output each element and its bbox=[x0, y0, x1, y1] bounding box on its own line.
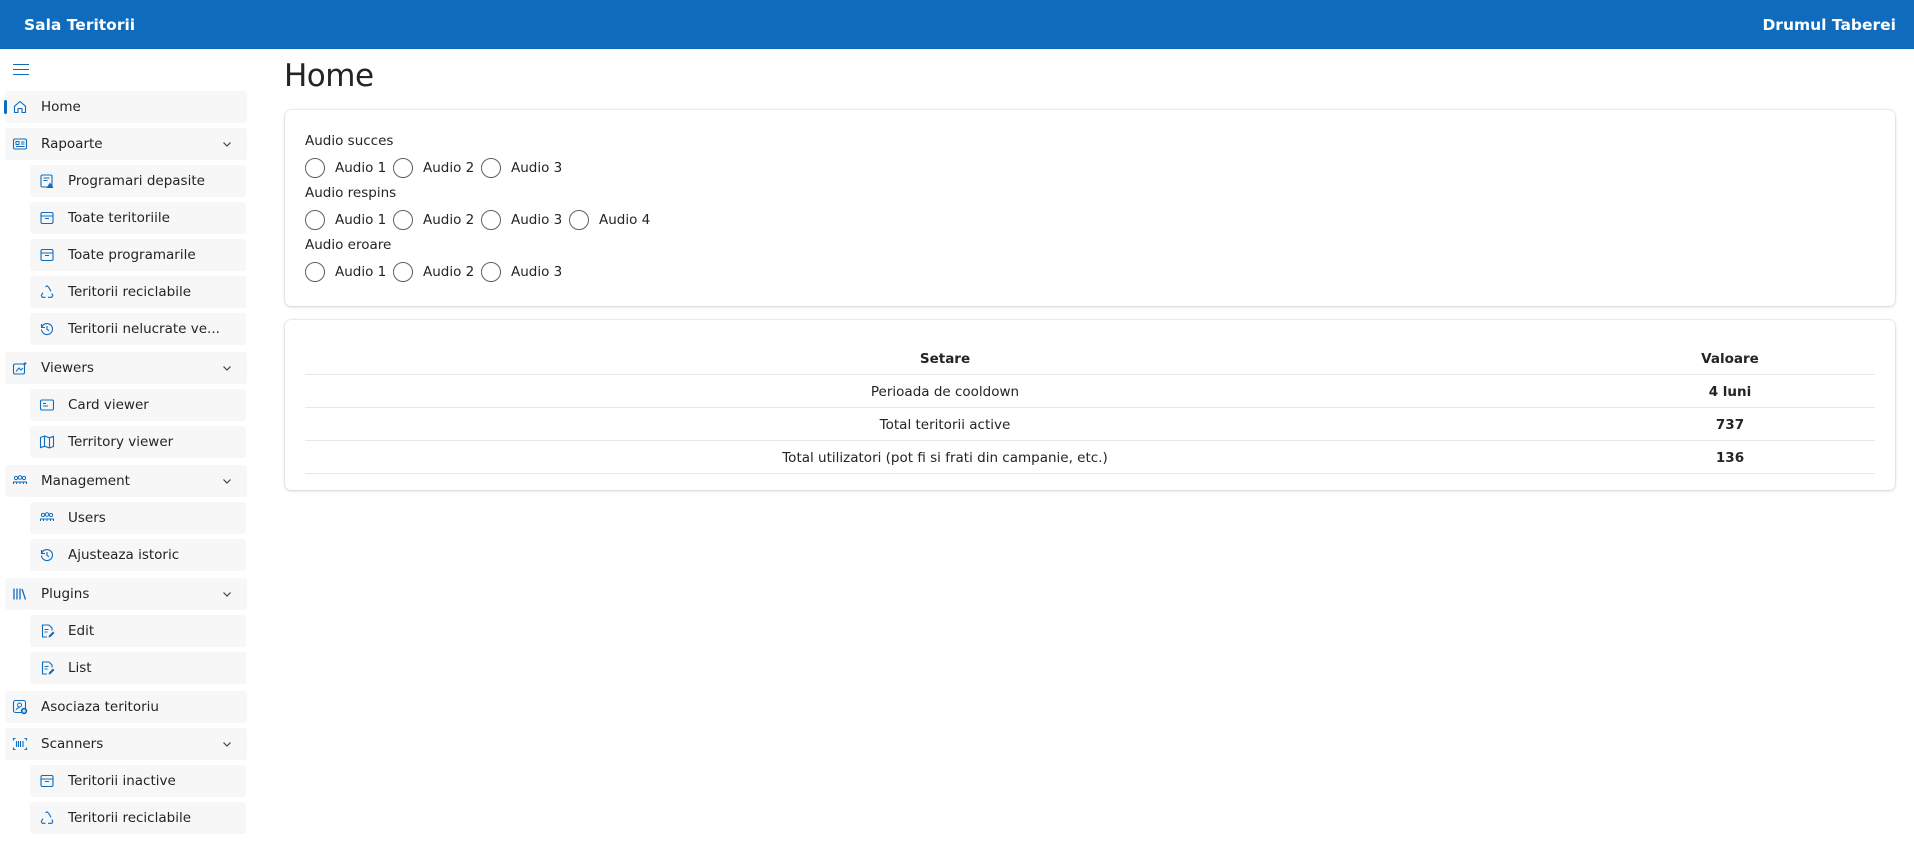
nav-card-viewer-label: Card viewer bbox=[68, 397, 149, 413]
page-title: Home bbox=[284, 58, 374, 94]
people-icon bbox=[12, 473, 28, 489]
app-title[interactable]: Sala Teritorii bbox=[24, 16, 135, 34]
card-icon bbox=[39, 397, 55, 413]
nav-rapoarte[interactable]: Rapoarte bbox=[5, 128, 247, 160]
radio-audio-respins-2[interactable]: Audio 2 bbox=[393, 210, 474, 230]
people-icon bbox=[39, 510, 55, 526]
barcode-icon bbox=[12, 736, 28, 752]
audio-respins-label: Audio respins bbox=[305, 185, 397, 201]
table-row: Perioada de cooldown 4 luni bbox=[305, 375, 1875, 408]
setting-name: Perioada de cooldown bbox=[870, 383, 1020, 400]
chevron-down-icon[interactable] bbox=[221, 138, 233, 150]
setting-value: 136 bbox=[1715, 449, 1745, 466]
chevron-down-icon[interactable] bbox=[221, 475, 233, 487]
audio-succes-label: Audio succes bbox=[305, 133, 394, 149]
nav-users[interactable]: Users bbox=[30, 502, 246, 534]
nav-teritorii-reciclabile[interactable]: Teritorii reciclabile bbox=[30, 276, 246, 308]
hamburger-menu-icon[interactable] bbox=[10, 59, 34, 81]
nav-teritorii-reciclabile-label: Teritorii reciclabile bbox=[68, 284, 192, 300]
nav-scanner-teritorii-reciclabile[interactable]: Teritorii reciclabile bbox=[30, 802, 246, 834]
nav-rapoarte-label: Rapoarte bbox=[41, 136, 103, 152]
document-edit-icon bbox=[39, 660, 55, 676]
nav-plugins[interactable]: Plugins bbox=[5, 578, 247, 610]
nav-scanner-teritorii-reciclabile-label: Teritorii reciclabile bbox=[68, 810, 192, 826]
nav-scanners[interactable]: Scanners bbox=[5, 728, 247, 760]
nav-edit[interactable]: Edit bbox=[30, 615, 246, 647]
nav-home[interactable]: Home bbox=[4, 91, 247, 123]
nav-management-label: Management bbox=[41, 473, 130, 489]
report-icon bbox=[12, 136, 28, 152]
radio-audio-respins-3[interactable]: Audio 3 bbox=[481, 210, 562, 230]
archive-icon bbox=[39, 247, 55, 263]
chevron-down-icon[interactable] bbox=[221, 738, 233, 750]
radio-audio-respins-4[interactable]: Audio 4 bbox=[569, 210, 650, 230]
nav-management[interactable]: Management bbox=[5, 465, 247, 497]
recycle-icon bbox=[39, 810, 55, 826]
nav-territory-viewer[interactable]: Territory viewer bbox=[30, 426, 246, 458]
setting-value: 737 bbox=[1715, 416, 1745, 433]
nav-ajusteaza-istoric[interactable]: Ajusteaza istoric bbox=[30, 539, 246, 571]
nav-teritorii-nelucrate-label: Teritorii nelucrate ve... bbox=[68, 321, 220, 337]
table-header-row: Setare Valoare bbox=[305, 342, 1875, 375]
radio-audio-eroare-3[interactable]: Audio 3 bbox=[481, 262, 562, 282]
user-name[interactable]: Drumul Taberei bbox=[1762, 16, 1896, 34]
nav-toate-teritoriile-label: Toate teritoriile bbox=[68, 210, 170, 226]
audio-eroare-label: Audio eroare bbox=[305, 237, 392, 253]
document-edit-icon bbox=[39, 623, 55, 639]
table-row: Total teritorii active 737 bbox=[305, 408, 1875, 441]
column-header-setare[interactable]: Setare bbox=[305, 342, 1585, 375]
nav-list[interactable]: List bbox=[30, 652, 246, 684]
setting-name: Total teritorii active bbox=[879, 416, 1011, 433]
recycle-icon bbox=[39, 284, 55, 300]
history-icon bbox=[39, 321, 55, 337]
audio-settings-card: Audio succes Audio 1 Audio 2 Audio 3 Aud… bbox=[285, 110, 1895, 306]
nav-plugins-label: Plugins bbox=[41, 586, 90, 602]
home-icon bbox=[12, 99, 28, 115]
radio-audio-eroare-2[interactable]: Audio 2 bbox=[393, 262, 474, 282]
nav-teritorii-inactive[interactable]: Teritorii inactive bbox=[30, 765, 246, 797]
radio-audio-succes-2[interactable]: Audio 2 bbox=[393, 158, 474, 178]
radio-audio-succes-1[interactable]: Audio 1 bbox=[305, 158, 386, 178]
nav-programari-depasite[interactable]: Programari depasite bbox=[30, 165, 246, 197]
chevron-down-icon[interactable] bbox=[221, 588, 233, 600]
table-row: Total utilizatori (pot fi si frati din c… bbox=[305, 441, 1875, 474]
setting-value: 4 luni bbox=[1708, 383, 1752, 400]
nav-territory-viewer-label: Territory viewer bbox=[68, 434, 174, 450]
radio-audio-eroare-1[interactable]: Audio 1 bbox=[305, 262, 386, 282]
setting-name: Total utilizatori (pot fi si frati din c… bbox=[782, 449, 1108, 466]
nav-programari-depasite-label: Programari depasite bbox=[68, 173, 205, 189]
nav-teritorii-nelucrate[interactable]: Teritorii nelucrate ve... bbox=[30, 313, 246, 345]
nav-toate-teritoriile[interactable]: Toate teritoriile bbox=[30, 202, 246, 234]
library-icon bbox=[12, 586, 28, 602]
column-header-valoare[interactable]: Valoare bbox=[1585, 342, 1875, 375]
archive-icon bbox=[39, 773, 55, 789]
nav-asociaza-teritoriu-label: Asociaza teritoriu bbox=[41, 699, 159, 715]
top-bar: Sala Teritorii Drumul Taberei bbox=[0, 0, 1914, 49]
viewers-icon bbox=[12, 360, 28, 376]
nav-asociaza-teritoriu[interactable]: Asociaza teritoriu bbox=[5, 691, 247, 723]
radio-audio-respins-1[interactable]: Audio 1 bbox=[305, 210, 386, 230]
nav-card-viewer[interactable]: Card viewer bbox=[30, 389, 246, 421]
nav-toate-programarile[interactable]: Toate programarile bbox=[30, 239, 246, 271]
nav-list-label: List bbox=[68, 660, 92, 676]
archive-icon bbox=[39, 210, 55, 226]
nav-viewers-label: Viewers bbox=[41, 360, 94, 376]
sidebar: Home Rapoarte Programari depasite Toate … bbox=[0, 49, 250, 855]
nav-home-label: Home bbox=[41, 99, 81, 115]
map-icon bbox=[39, 434, 55, 450]
radio-audio-succes-3[interactable]: Audio 3 bbox=[481, 158, 562, 178]
nav-scanners-label: Scanners bbox=[41, 736, 104, 752]
calendar-warning-icon bbox=[39, 173, 55, 189]
nav-ajusteaza-istoric-label: Ajusteaza istoric bbox=[68, 547, 180, 563]
person-add-icon bbox=[12, 699, 28, 715]
history-icon bbox=[39, 547, 55, 563]
nav-teritorii-inactive-label: Teritorii inactive bbox=[68, 773, 176, 789]
chevron-down-icon[interactable] bbox=[221, 362, 233, 374]
nav-toate-programarile-label: Toate programarile bbox=[68, 247, 196, 263]
settings-table-card: Setare Valoare Perioada de cooldown 4 lu… bbox=[285, 320, 1895, 490]
nav-viewers[interactable]: Viewers bbox=[5, 352, 247, 384]
nav-users-label: Users bbox=[68, 510, 106, 526]
nav-edit-label: Edit bbox=[68, 623, 95, 639]
